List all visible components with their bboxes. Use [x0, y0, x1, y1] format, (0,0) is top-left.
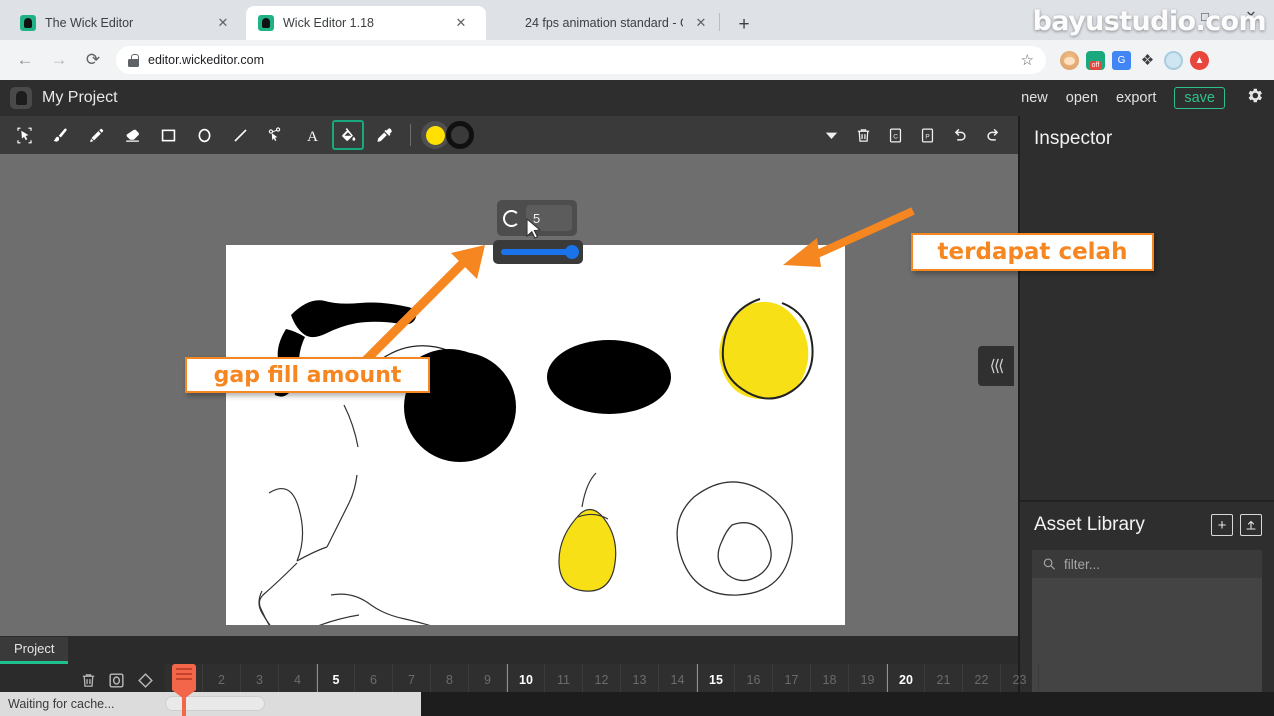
ellipse-tool[interactable]: [188, 120, 220, 150]
inspector-panel: Inspector: [1018, 116, 1274, 500]
globe-extension-icon[interactable]: [1164, 50, 1183, 70]
app-root: The Wick Editor ✕ Wick Editor 1.18 ✕ 24 …: [0, 0, 1274, 716]
terdapat-celah-callout: terdapat celah: [911, 233, 1154, 271]
fill-bucket-tool[interactable]: [332, 120, 364, 150]
search-icon: [1043, 558, 1055, 570]
timeline-tabs: Project: [0, 636, 1018, 664]
artboard[interactable]: [226, 245, 845, 636]
tab-close-button[interactable]: ✕: [214, 14, 232, 32]
tab-close-button[interactable]: ✕: [692, 14, 710, 32]
url-text: editor.wickeditor.com: [148, 53, 265, 67]
forward-icon[interactable]: →: [44, 45, 74, 75]
playhead-grip-icon: [176, 668, 192, 682]
browser-tab-1[interactable]: Wick Editor 1.18 ✕: [246, 6, 486, 40]
redo-icon[interactable]: [984, 126, 1002, 144]
browser-tab-0[interactable]: The Wick Editor ✕: [8, 6, 244, 40]
dropdown-icon[interactable]: [823, 127, 840, 144]
gap-fill-slider[interactable]: [501, 245, 579, 259]
open-button[interactable]: open: [1066, 90, 1098, 106]
reload-icon[interactable]: ⟳: [78, 45, 108, 75]
svg-text:C: C: [893, 133, 898, 140]
playhead-handle[interactable]: [172, 664, 196, 699]
extensions-bar: G ❖ ▲: [1054, 50, 1209, 70]
gap-fill-circle-icon: [503, 209, 520, 227]
drawing-canvas[interactable]: [226, 245, 845, 636]
site-watermark: bayustudio.com: [1032, 6, 1267, 37]
asset-filter-input[interactable]: filter...: [1032, 550, 1262, 578]
editor-toolbar-right: C P: [760, 116, 1018, 154]
cursor-tool[interactable]: [8, 120, 40, 150]
gear-icon[interactable]: [1245, 86, 1264, 110]
status-bar-right-fill: [421, 692, 1274, 716]
gap-fill-amount-callout: gap fill amount: [185, 357, 430, 393]
copy-icon[interactable]: C: [887, 126, 904, 145]
delete-frame-icon[interactable]: [80, 671, 97, 690]
google-translate-icon[interactable]: G: [1112, 50, 1131, 70]
line-tool[interactable]: [224, 120, 256, 150]
gap-fill-arrow: [359, 245, 485, 367]
asset-library-body[interactable]: [1032, 578, 1262, 696]
title-actions: new open export save: [1021, 86, 1264, 110]
eyedropper-tool[interactable]: [368, 120, 400, 150]
project-name[interactable]: My Project: [42, 89, 118, 107]
keyframe-icon[interactable]: [136, 671, 155, 690]
omnibox[interactable]: editor.wickeditor.com ☆: [116, 46, 1046, 74]
asset-library-header: Asset Library +: [1020, 502, 1274, 536]
asset-library-panel: Asset Library + filter...: [1018, 500, 1274, 716]
eraser-tool[interactable]: [116, 120, 148, 150]
tab-title: Wick Editor 1.18: [283, 16, 375, 30]
stroke-color-swatch[interactable]: [446, 121, 474, 149]
terdapat-celah-arrow: [783, 207, 915, 267]
new-tab-button[interactable]: +: [731, 11, 757, 37]
toolbar-divider: [410, 124, 411, 146]
svg-text:P: P: [925, 133, 929, 140]
rectangle-tool[interactable]: [152, 120, 184, 150]
upload-extension-icon[interactable]: ▲: [1190, 50, 1209, 70]
onion-skin-icon[interactable]: [107, 671, 126, 690]
puzzle-extensions-icon[interactable]: ❖: [1138, 51, 1157, 70]
status-text: Waiting for cache...: [8, 697, 115, 711]
bookmark-star-icon[interactable]: ☆: [1021, 51, 1034, 69]
back-icon[interactable]: ←: [10, 45, 40, 75]
monkey-extension-icon[interactable]: [1060, 50, 1079, 70]
tab-title: The Wick Editor: [45, 16, 134, 30]
fill-color-swatch[interactable]: [421, 121, 449, 149]
mouse-cursor-icon: [526, 217, 543, 247]
paste-icon[interactable]: P: [919, 126, 936, 145]
playhead-stem: [182, 690, 186, 716]
inspector-title: Inspector: [1034, 128, 1113, 149]
wick-favicon: [20, 15, 36, 31]
asset-library-title: Asset Library: [1034, 514, 1145, 535]
tab-title: 24 fps animation standard - Goo: [525, 16, 683, 30]
text-tool[interactable]: A: [296, 120, 328, 150]
tab-divider: [719, 13, 720, 31]
asset-filter-placeholder: filter...: [1064, 556, 1101, 572]
svg-text:A: A: [307, 129, 318, 145]
adblock-off-icon[interactable]: [1086, 50, 1105, 70]
google-favicon: [500, 15, 516, 31]
wick-editor: My Project new open export save A C P ⟨⟨…: [0, 80, 1274, 716]
wick-favicon: [258, 15, 274, 31]
browser-tab-2[interactable]: 24 fps animation standard - Goo ✕: [488, 6, 718, 40]
upload-asset-button[interactable]: [1240, 514, 1262, 536]
path-cursor-tool[interactable]: [260, 120, 292, 150]
add-asset-button[interactable]: +: [1211, 514, 1233, 536]
collapse-panel-button[interactable]: ⟨⟨⟨: [978, 346, 1014, 386]
wick-logo-icon: [10, 87, 32, 109]
editor-titlebar: My Project new open export save: [0, 80, 1274, 116]
undo-icon[interactable]: [951, 126, 969, 144]
brush-tool[interactable]: [44, 120, 76, 150]
browser-toolbar: ← → ⟳ editor.wickeditor.com ☆ G ❖ ▲: [0, 40, 1274, 80]
color-swatches: [421, 121, 474, 149]
export-button[interactable]: export: [1116, 90, 1156, 106]
tab-close-button[interactable]: ✕: [452, 14, 470, 32]
save-button[interactable]: save: [1174, 87, 1225, 109]
tab-project[interactable]: Project: [0, 637, 69, 664]
new-button[interactable]: new: [1021, 90, 1048, 106]
trash-icon[interactable]: [855, 126, 872, 145]
pencil-tool[interactable]: [80, 120, 112, 150]
lock-icon: [128, 53, 139, 67]
playhead[interactable]: [172, 664, 196, 716]
